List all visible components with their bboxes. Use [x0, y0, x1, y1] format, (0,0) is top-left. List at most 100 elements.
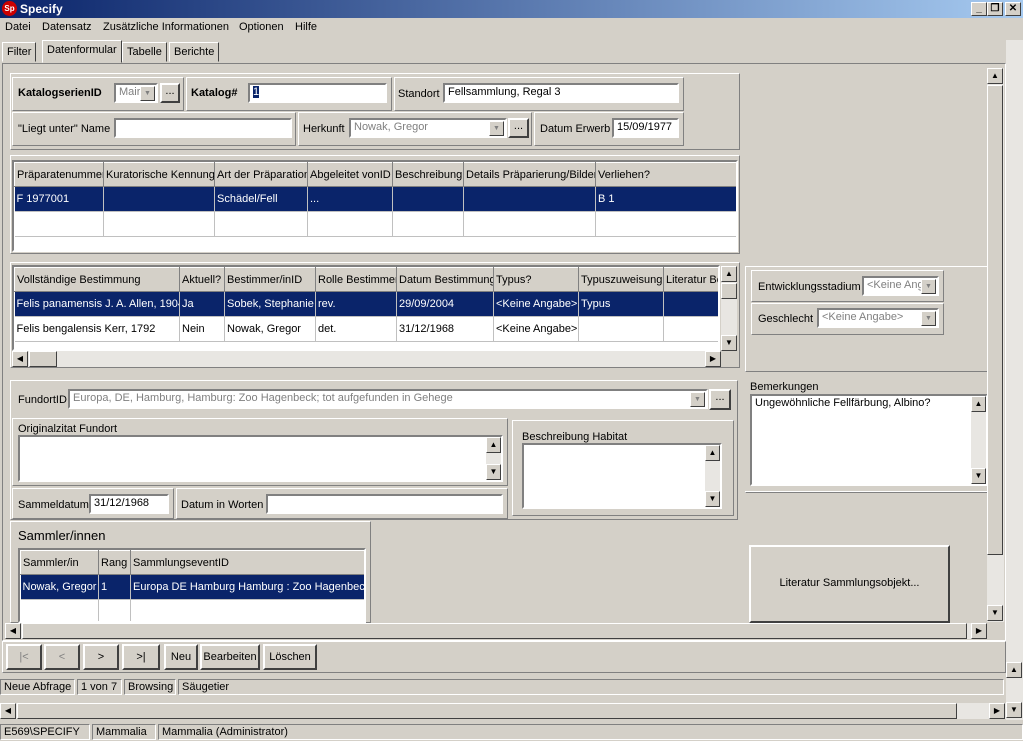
chevron-down-icon[interactable]: ▼	[140, 86, 155, 101]
table-cell[interactable]: Europa DE Hamburg Hamburg : Zoo Hagenbec…	[130, 574, 364, 600]
column-header[interactable]: Rolle Bestimmer	[315, 267, 397, 292]
table-cell[interactable]: <Keine Angabe>	[493, 316, 579, 342]
table-cell[interactable]: det.	[315, 316, 397, 342]
date-acquired-field[interactable]: 15/09/1977	[612, 118, 679, 138]
form-hscrollbar[interactable]: ◀ ▶	[5, 623, 987, 639]
empty-row[interactable]	[20, 599, 364, 621]
column-header[interactable]: Typus?	[493, 267, 579, 292]
table-cell[interactable]	[663, 291, 718, 317]
lies-under-field[interactable]	[114, 118, 292, 138]
table-cell[interactable]	[392, 211, 464, 237]
close-button[interactable]: ✕	[1005, 2, 1021, 16]
table-row[interactable]: Felis panamensis J. A. Allen, 1904 Ja Sobe…	[14, 291, 718, 317]
scroll-up-icon[interactable]: ▲	[486, 437, 501, 453]
table-cell[interactable]	[103, 186, 215, 212]
preparation-table[interactable]: Präparatenummer Kuratorische Kennung Art d…	[12, 160, 738, 252]
determination-table[interactable]: Vollständige Bestimmung Aktuell? Bestimmer…	[12, 265, 720, 351]
table-cell[interactable]	[214, 211, 308, 237]
scroll-thumb[interactable]	[721, 283, 737, 299]
menu-hilfe[interactable]: Hilfe	[295, 21, 317, 33]
scroll-down-icon[interactable]: ▼	[705, 491, 720, 507]
scroll-down-icon[interactable]: ▼	[486, 464, 501, 480]
table-cell[interactable]	[20, 599, 99, 621]
table-cell[interactable]: Nein	[179, 316, 225, 342]
origin-lookup-button[interactable]: ...	[508, 118, 529, 138]
catalog-series-combo[interactable]: Mair ▼	[114, 83, 158, 103]
scroll-up-icon[interactable]: ▲	[1006, 662, 1022, 678]
chevron-down-icon[interactable]: ▼	[489, 121, 504, 136]
scroll-right-icon[interactable]: ▶	[971, 623, 987, 639]
scroll-left-icon[interactable]: ◀	[12, 351, 28, 367]
table-cell[interactable]: Nowak, Gregor	[20, 574, 99, 600]
menu-datensatz[interactable]: Datensatz	[42, 21, 92, 33]
scroll-up-icon[interactable]: ▲	[971, 396, 986, 412]
table-cell[interactable]	[663, 316, 718, 342]
form-vscrollbar[interactable]: ▲ ▼	[987, 68, 1004, 622]
window-hscrollbar[interactable]: ◀ ▶	[0, 703, 1006, 719]
table-cell[interactable]	[595, 211, 736, 237]
column-header[interactable]: Abgeleitet vonID	[307, 162, 393, 187]
restore-button[interactable]: ❐	[987, 2, 1003, 16]
column-header[interactable]: Datum Bestimmung	[396, 267, 494, 292]
table-cell[interactable]: Schädel/Fell	[214, 186, 308, 212]
sex-combo[interactable]: <Keine Angabe> ▼	[817, 308, 939, 328]
tab-tabelle[interactable]: Tabelle	[122, 42, 167, 62]
table-cell[interactable]: Nowak, Gregor	[224, 316, 316, 342]
column-header[interactable]: Details Präparierung/Bilder	[463, 162, 596, 187]
catalog-series-lookup-button[interactable]: ...	[160, 83, 180, 103]
table-cell[interactable]: B 1	[595, 186, 736, 212]
delete-button[interactable]: Löschen	[263, 644, 317, 670]
first-record-button[interactable]: |<	[6, 644, 42, 670]
menu-zusaetzliche-informationen[interactable]: Zusätzliche Informationen	[103, 21, 229, 33]
catalog-number-field[interactable]: 1	[248, 83, 387, 103]
orig-locality-scrollbar[interactable]: ▲ ▼	[486, 437, 501, 480]
collectors-table[interactable]: Sammler/in Rang SammlungseventID Nowak, Gre…	[18, 548, 366, 623]
chevron-down-icon[interactable]: ▼	[921, 279, 936, 294]
edit-button[interactable]: Bearbeiten	[200, 644, 260, 670]
scroll-down-icon[interactable]: ▼	[1006, 702, 1022, 718]
scroll-up-icon[interactable]: ▲	[987, 68, 1003, 84]
table-cell[interactable]: Felis bengalensis Kerr, 1792	[14, 316, 180, 342]
locality-combo[interactable]: Europa, DE, Hamburg, Hamburg: Zoo Hagenb…	[68, 389, 708, 409]
stage-combo[interactable]: <Keine Ang ▼	[862, 276, 939, 296]
table-cell[interactable]: Ja	[179, 291, 225, 317]
orig-locality-textarea[interactable]	[18, 435, 503, 482]
scroll-right-icon[interactable]: ▶	[705, 351, 721, 367]
determination-hscrollbar[interactable]: ◀ ▶	[12, 351, 721, 367]
new-button[interactable]: Neu	[164, 644, 198, 670]
column-header[interactable]: Bestimmer/inID	[224, 267, 316, 292]
table-cell[interactable]: ...	[307, 186, 393, 212]
table-row[interactable]: Felis bengalensis Kerr, 1792 Nein Nowak, G…	[14, 316, 718, 342]
table-cell[interactable]: 1	[98, 574, 131, 600]
column-header[interactable]: Sammler/in	[20, 550, 99, 575]
table-row[interactable]: Nowak, Gregor 1 Europa DE Hamburg Hamburg …	[20, 574, 364, 600]
scroll-left-icon[interactable]: ◀	[0, 703, 16, 719]
next-record-button[interactable]: >	[83, 644, 119, 670]
vscroll-thumb[interactable]	[987, 85, 1003, 555]
column-header[interactable]: Beschreibung	[392, 162, 464, 187]
table-cell[interactable]	[307, 211, 393, 237]
column-header[interactable]: Aktuell?	[179, 267, 225, 292]
tab-berichte[interactable]: Berichte	[169, 42, 220, 62]
table-cell[interactable]: 31/12/1968	[396, 316, 494, 342]
table-cell[interactable]: <Keine Angabe>	[493, 291, 579, 317]
habitat-textarea[interactable]	[522, 443, 722, 509]
scroll-down-icon[interactable]: ▼	[721, 335, 737, 351]
scroll-left-icon[interactable]: ◀	[5, 623, 21, 639]
habitat-scrollbar[interactable]: ▲ ▼	[705, 445, 720, 507]
table-cell[interactable]	[130, 599, 364, 621]
table-cell[interactable]	[103, 211, 215, 237]
table-cell[interactable]: Felis panamensis J. A. Allen, 1904	[14, 291, 180, 317]
table-cell[interactable]	[14, 211, 104, 237]
determination-vscrollbar[interactable]: ▲ ▼	[721, 266, 737, 351]
table-cell[interactable]	[392, 186, 464, 212]
table-cell[interactable]	[578, 316, 664, 342]
empty-row[interactable]	[14, 211, 736, 237]
hscroll-thumb[interactable]	[22, 623, 967, 639]
menu-optionen[interactable]: Optionen	[239, 21, 284, 33]
chevron-down-icon[interactable]: ▼	[921, 311, 936, 326]
table-cell[interactable]: F 1977001	[14, 186, 104, 212]
column-header[interactable]: SammlungseventID	[130, 550, 364, 575]
literature-button[interactable]: Literatur Sammlungsobjekt...	[749, 545, 950, 623]
column-header[interactable]: Typuszuweisung	[578, 267, 664, 292]
